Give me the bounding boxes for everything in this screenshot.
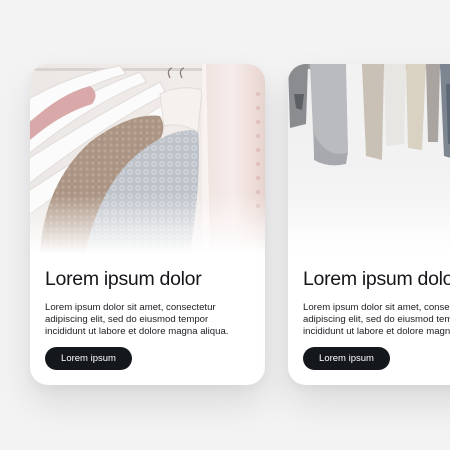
- card-description-line: incididunt ut labore et dolore magna ali…: [45, 326, 229, 337]
- card-cta-button[interactable]: Lorem ipsum: [303, 347, 390, 370]
- card-description-line: Lorem ipsum dolor sit amet, consectetur: [303, 302, 450, 313]
- image-fade-overlay: [30, 194, 265, 254]
- card-cta-button[interactable]: Lorem ipsum: [45, 347, 132, 370]
- carousel: Lorem ipsum dolor Lorem ipsum dolor sit …: [0, 0, 450, 450]
- product-card-2[interactable]: Lorem ipsum dolor Lorem ipsum dolor sit …: [288, 64, 450, 385]
- card-1-image: [30, 64, 265, 254]
- card-description-line: incididunt ut labore et dolore magna ali…: [303, 326, 450, 337]
- card-title: Lorem ipsum dolor: [45, 268, 202, 290]
- image-fade-overlay: [288, 194, 450, 254]
- card-title: Lorem ipsum dolor: [303, 268, 450, 290]
- card-description: Lorem ipsum dolor sit amet, consectetur …: [303, 302, 450, 338]
- product-card-1[interactable]: Lorem ipsum dolor Lorem ipsum dolor sit …: [30, 64, 265, 385]
- card-2-image: [288, 64, 450, 254]
- card-description-line: adipiscing elit, sed do eiusmod tempor: [303, 314, 450, 325]
- card-description-line: adipiscing elit, sed do eiusmod tempor: [45, 314, 209, 325]
- card-description: Lorem ipsum dolor sit amet, consectetur …: [45, 302, 257, 338]
- card-description-line: Lorem ipsum dolor sit amet, consectetur: [45, 302, 216, 313]
